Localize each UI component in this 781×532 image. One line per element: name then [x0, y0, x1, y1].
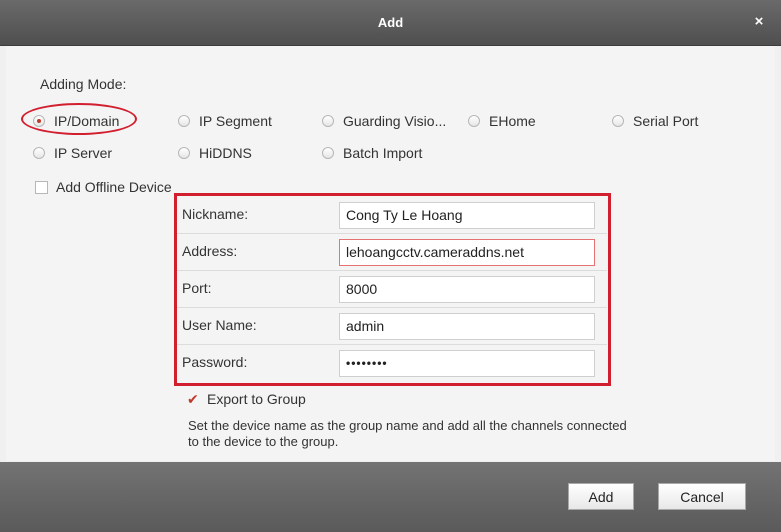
add-button[interactable]: Add — [568, 483, 634, 510]
radio-batch-import[interactable] — [322, 147, 334, 159]
add-offline-device-checkbox[interactable] — [35, 181, 48, 194]
nickname-row: Nickname: Cong Ty Le Hoang — [177, 197, 607, 234]
radio-serial-port[interactable] — [612, 115, 624, 127]
username-label: User Name: — [182, 317, 257, 333]
password-label: Password: — [182, 354, 248, 370]
radio-guarding-vision-label[interactable]: Guarding Visio... — [343, 113, 446, 129]
export-to-group-label[interactable]: Export to Group — [207, 391, 306, 407]
radio-ip-segment[interactable] — [178, 115, 190, 127]
port-input[interactable]: 8000 — [339, 276, 595, 303]
export-to-group-checkbox[interactable]: ✔ — [187, 392, 201, 406]
nickname-input[interactable]: Cong Ty Le Hoang — [339, 202, 595, 229]
radio-guarding-vision[interactable] — [322, 115, 334, 127]
export-to-group-note: Set the device name as the group name an… — [188, 418, 627, 449]
add-offline-device-label[interactable]: Add Offline Device — [56, 179, 172, 195]
close-icon[interactable]: × — [751, 14, 767, 30]
username-input[interactable]: admin — [339, 313, 595, 340]
radio-ehome-label[interactable]: EHome — [489, 113, 536, 129]
adding-mode-label: Adding Mode: — [40, 76, 127, 92]
radio-ip-domain[interactable] — [33, 115, 45, 127]
port-row: Port: 8000 — [177, 271, 607, 308]
radio-hiddns-label[interactable]: HiDDNS — [199, 145, 252, 161]
nickname-label: Nickname: — [182, 206, 249, 222]
dialog-titlebar[interactable]: Add × — [0, 0, 781, 46]
password-row: Password: •••••••• — [177, 345, 607, 382]
radio-batch-import-label[interactable]: Batch Import — [343, 145, 422, 161]
radio-serial-port-label[interactable]: Serial Port — [633, 113, 698, 129]
port-label: Port: — [182, 280, 212, 296]
radio-ip-segment-label[interactable]: IP Segment — [199, 113, 272, 129]
password-input[interactable]: •••••••• — [339, 350, 595, 377]
cancel-button[interactable]: Cancel — [658, 483, 746, 510]
add-device-dialog: Add × Adding Mode: IP/Domain IP Segment … — [0, 0, 781, 532]
radio-hiddns[interactable] — [178, 147, 190, 159]
radio-ip-server[interactable] — [33, 147, 45, 159]
username-row: User Name: admin — [177, 308, 607, 345]
address-label: Address: — [182, 243, 238, 259]
radio-ehome[interactable] — [468, 115, 480, 127]
address-row: Address: lehoangcctv.cameraddns.net — [177, 234, 607, 271]
radio-ip-server-label[interactable]: IP Server — [54, 145, 112, 161]
dialog-title: Add — [377, 15, 404, 30]
address-input[interactable]: lehoangcctv.cameraddns.net — [339, 239, 595, 266]
radio-ip-domain-label[interactable]: IP/Domain — [54, 113, 119, 129]
